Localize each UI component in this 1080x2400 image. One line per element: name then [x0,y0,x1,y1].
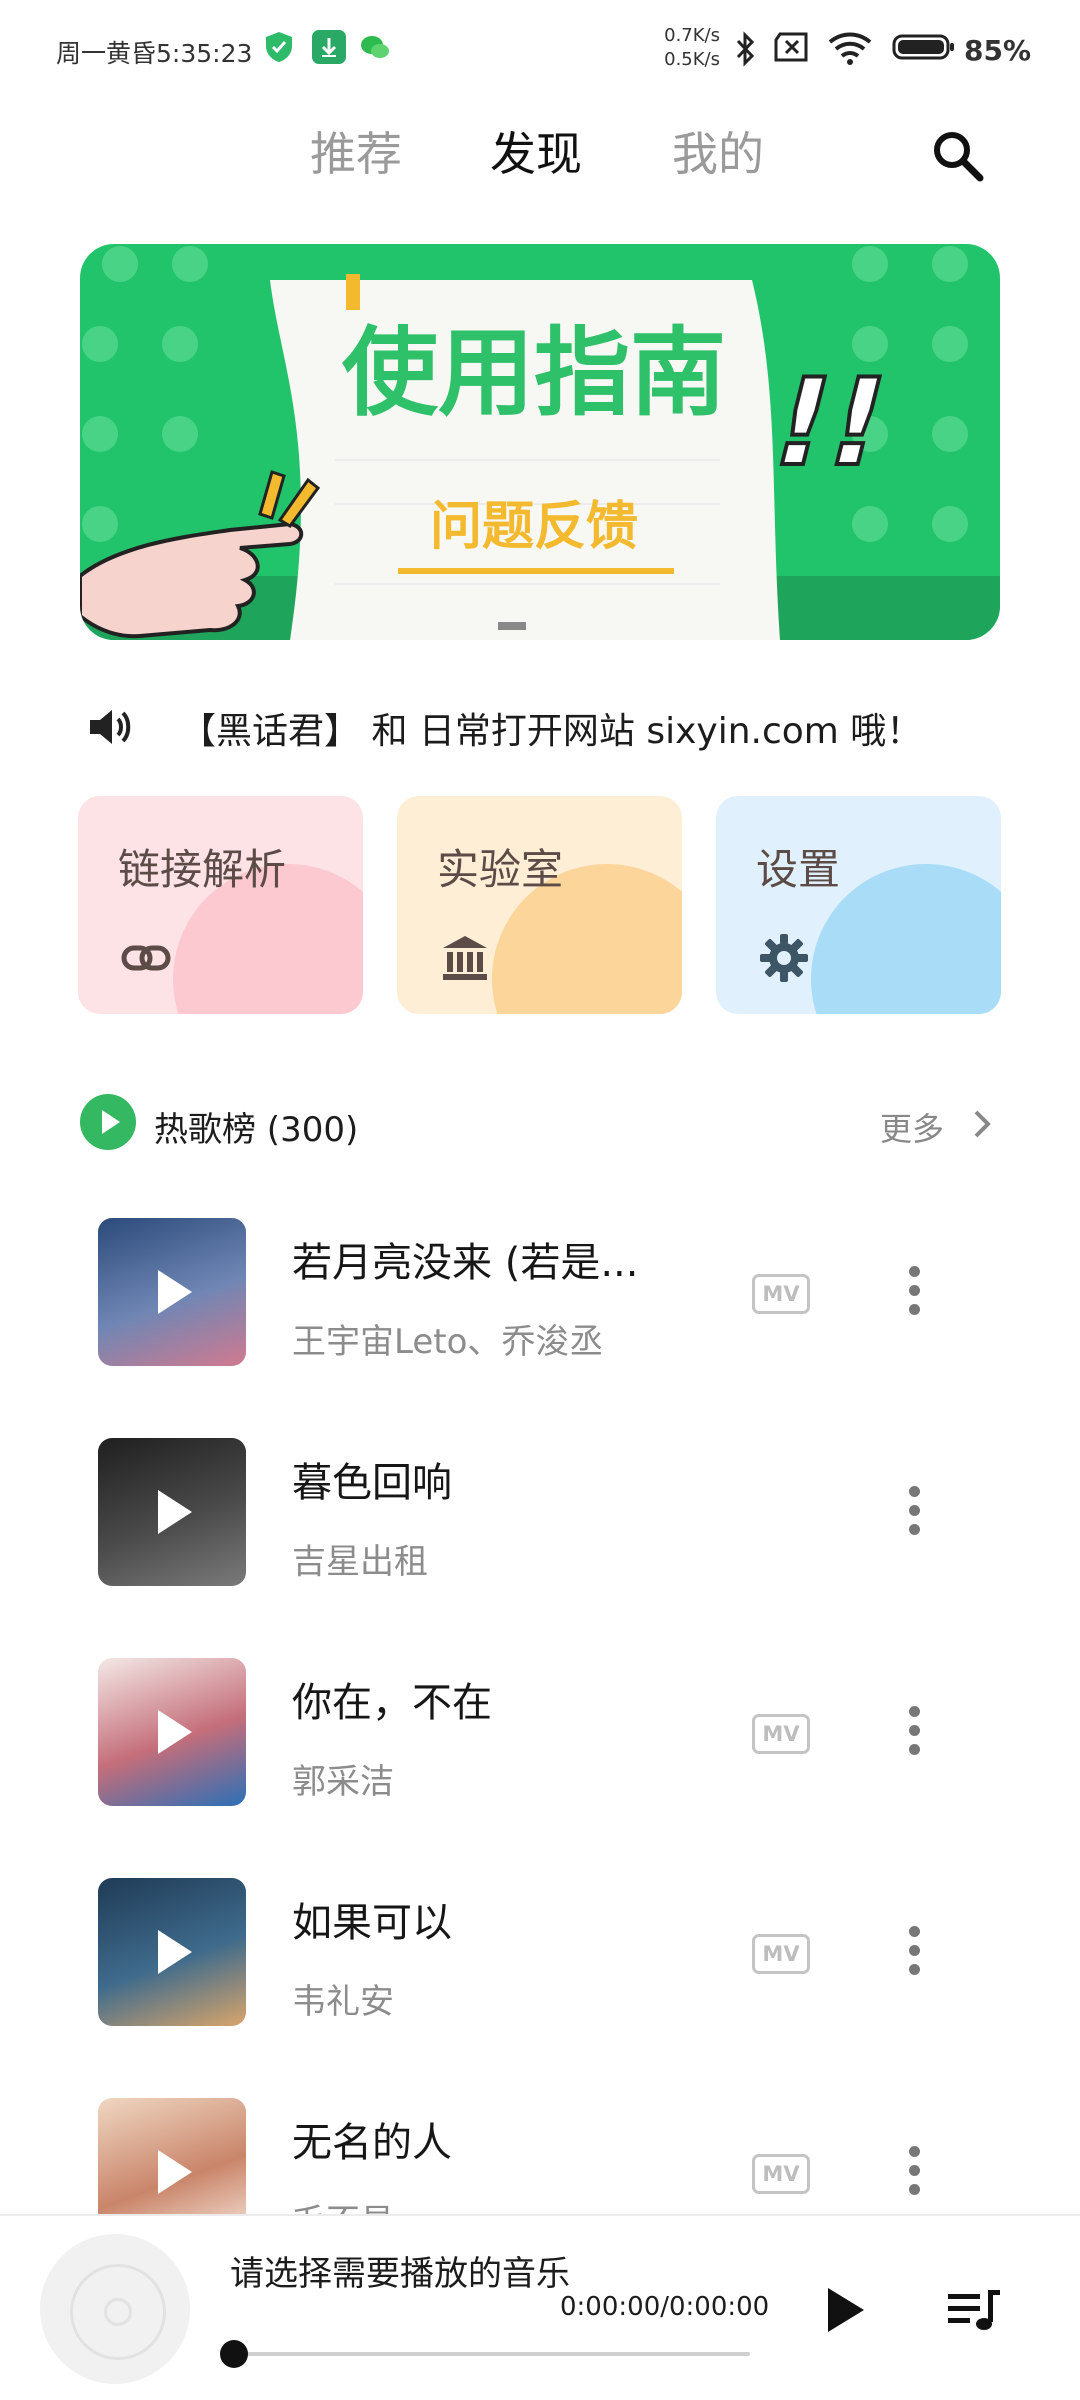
banner-title: 使用指南 [342,317,726,429]
more-label: 更多 [880,1110,945,1148]
gear-icon [758,932,810,984]
progress-thumb[interactable] [220,2340,248,2368]
play-icon [158,1930,192,1974]
song-title: 若月亮没来 (若是... [292,1240,639,1286]
card-settings[interactable]: 设置 [716,796,1001,1014]
status-bar: 周一黄昏5:35:23 0.7K/s 0.5K/s 85% [0,0,1080,100]
notice-bar[interactable]: 【黑话君】 和 日常打开网站 sixyin.com 哦！ [80,692,1000,762]
song-row[interactable]: 如果可以 韦礼安 MV [0,1856,1080,2056]
song-artist: 毛不易 [292,2194,394,2216]
more-vert-icon[interactable] [894,1258,934,1328]
song-row[interactable]: 你在，不在 郭采洁 MV [0,1636,1080,1836]
song-list: 若月亮没来 (若是... 王宇宙Leto、乔浚丞 MV 暮色回响 吉星出租 你在… [0,1196,1080,2216]
tab-recommend[interactable]: 推荐 [310,118,402,184]
network-speed: 0.7K/s 0.5K/s [656,24,720,72]
banner-subtitle: 问题反馈 [430,497,638,557]
mini-player: 请选择需要播放的音乐 0:00:00/0:00:00 [0,2214,1080,2400]
song-title: 你在，不在 [292,1680,492,1726]
progress-track[interactable] [232,2352,750,2356]
battery-icon [892,30,956,64]
mv-badge[interactable]: MV [752,1714,810,1754]
banner-guide[interactable]: 使用指南 问题反馈 !! [80,244,1000,640]
notice-text: 【黑话君】 和 日常打开网站 sixyin.com 哦！ [180,711,923,752]
song-title: 如果可以 [292,1900,452,1946]
search-icon[interactable] [928,126,988,186]
card-link-parse[interactable]: 链接解析 [78,796,363,1014]
play-icon [158,2150,192,2194]
more-vert-icon[interactable] [894,1478,934,1548]
album-disc[interactable] [40,2234,190,2384]
status-time: 周一黄昏5:35:23 [56,39,253,68]
speaker-icon [84,702,134,752]
song-cover[interactable] [98,1218,246,1366]
song-title: 暮色回响 [292,1460,452,1506]
song-title: 无名的人 [292,2120,452,2166]
more-vert-icon[interactable] [894,1698,934,1768]
mv-badge[interactable]: MV [752,1274,810,1314]
shield-check-icon [262,30,296,64]
card-label: 实验室 [437,845,564,894]
song-artist: 吉星出租 [292,1542,428,1582]
bank-icon [439,932,491,984]
player-time: 0:00:00/0:00:00 [560,2292,770,2322]
net-down: 0.5K/s [664,49,720,70]
bluetooth-icon [728,30,762,67]
mv-badge[interactable]: MV [752,1934,810,1974]
song-cover[interactable] [98,1438,246,1586]
battery-percent: 85% [964,34,1032,67]
song-artist: 韦礼安 [292,1982,394,2022]
more-link[interactable]: 更多 [880,1098,1000,1150]
song-artist: 郭采洁 [292,1762,394,1802]
song-cover[interactable] [98,1878,246,2026]
play-icon [158,1490,192,1534]
song-cover[interactable] [98,2098,246,2216]
more-vert-icon[interactable] [894,2138,934,2208]
more-vert-icon[interactable] [894,1918,934,1988]
wifi-icon [826,30,874,65]
tab-mine[interactable]: 我的 [672,118,764,184]
song-cover[interactable] [98,1658,246,1806]
banner-exclaim: !! [758,353,902,493]
song-row[interactable]: 暮色回响 吉星出租 [0,1416,1080,1616]
play-icon [158,1270,192,1314]
no-sim-icon [772,30,812,64]
chevron-right-icon [964,1104,1000,1144]
card-lab[interactable]: 实验室 [397,796,682,1014]
hot-chart-title: 热歌榜 (300) [154,1110,359,1150]
player-title: 请选择需要播放的音乐 [230,2254,570,2294]
mv-badge[interactable]: MV [752,2154,810,2194]
song-row[interactable]: 若月亮没来 (若是... 王宇宙Leto、乔浚丞 MV [0,1196,1080,1396]
card-label: 设置 [756,845,841,894]
playlist-icon[interactable] [946,2286,1002,2334]
play-icon [158,1710,192,1754]
tab-discover[interactable]: 发现 [490,118,582,184]
wechat-icon [358,30,392,64]
card-label: 链接解析 [118,845,287,894]
banner-illustration: 使用指南 问题反馈 !! [80,246,1000,640]
song-row[interactable]: 无名的人 毛不易 MV [0,2076,1080,2216]
play-all-icon[interactable] [80,1094,136,1150]
song-artist: 王宇宙Leto、乔浚丞 [292,1322,604,1362]
download-icon [312,30,346,64]
hot-chart-header: 热歌榜 (300) 更多 [80,1092,1000,1156]
net-up: 0.7K/s [664,25,720,46]
top-nav: 推荐 发现 我的 [0,110,1080,190]
link-icon [120,932,172,984]
play-icon[interactable] [820,2282,870,2338]
